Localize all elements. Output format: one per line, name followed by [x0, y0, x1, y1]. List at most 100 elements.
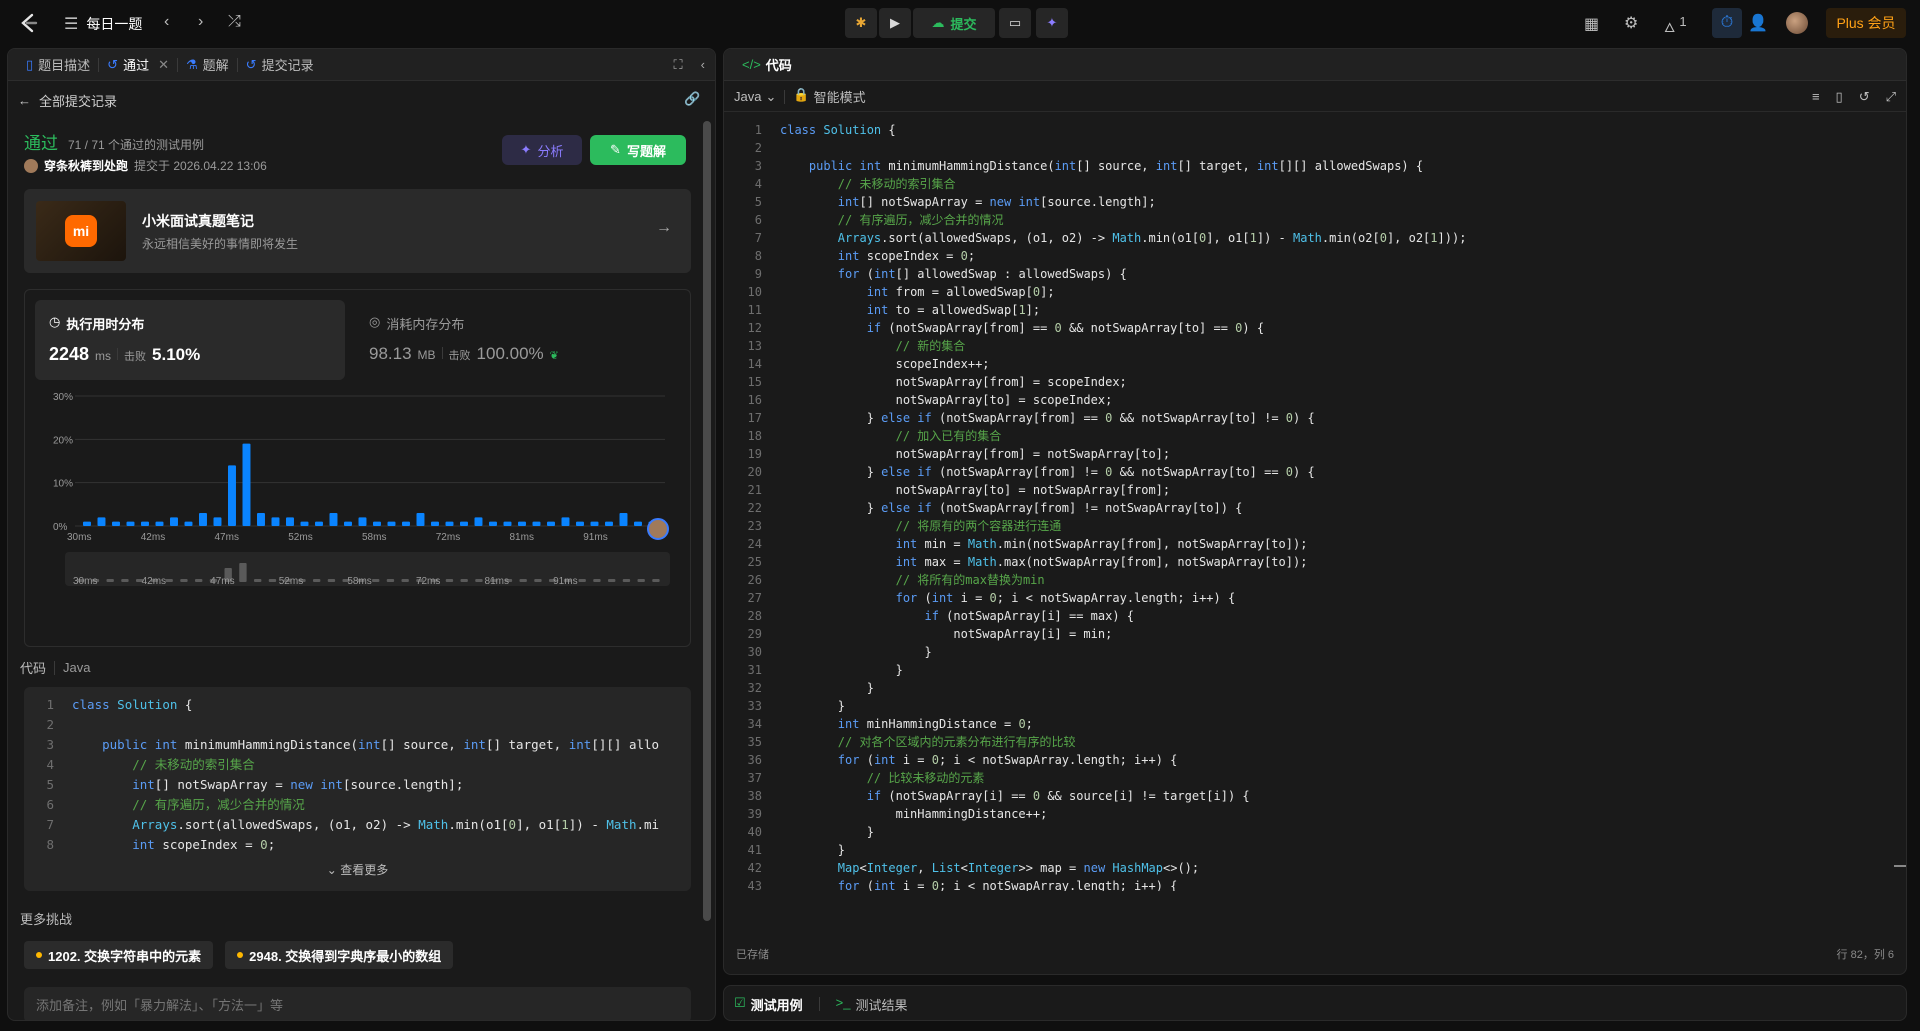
challenge-1202[interactable]: 1202. 交换字符串中的元素: [24, 941, 214, 969]
scrollbar[interactable]: [703, 121, 711, 921]
note-button[interactable]: ▭: [999, 8, 1031, 38]
expand-icon[interactable]: ⤢: [1886, 89, 1896, 105]
plus-member-button[interactable]: Plus 会员: [1826, 8, 1906, 38]
runtime-box[interactable]: ◷ 执行用时分布 2248 ms 击败 5.10%: [35, 300, 345, 380]
add-friend-icon[interactable]: 👤: [1748, 13, 1768, 33]
code-line[interactable]: 11 int to = allowedSwap[1];: [724, 301, 1906, 319]
my-position-avatar[interactable]: [647, 518, 669, 540]
code-line[interactable]: 30 }: [724, 643, 1906, 661]
tab-solutions[interactable]: ⚗ 题解: [178, 49, 237, 81]
line-number: 28: [747, 609, 762, 623]
code-line[interactable]: 31 }: [724, 661, 1906, 679]
code-line[interactable]: 2: [724, 139, 1906, 157]
code-line[interactable]: 41 }: [724, 841, 1906, 859]
code-line[interactable]: 26 // 将所有的max替换为min: [724, 571, 1906, 589]
timer-icon[interactable]: ⏱: [1712, 8, 1742, 38]
link-icon[interactable]: 🔗: [684, 91, 700, 107]
streak-counter[interactable]: 🜂 1: [1664, 14, 1687, 40]
code-line[interactable]: 35 // 对各个区域内的元素分布进行有序的比较: [724, 733, 1906, 751]
code-line[interactable]: 13 // 新的集合: [724, 337, 1906, 355]
see-more-button[interactable]: ⌄ 查看更多: [24, 861, 691, 878]
code-line[interactable]: 1 class Solution {: [724, 121, 1906, 139]
promo-card[interactable]: mi 小米面试真题笔记 永远相信美好的事情即将发生 →: [24, 189, 691, 273]
left-panel: ▯ 题目描述 ↺ 通过 ✕ ⚗ 题解 ↺ 提交记录 ⛶ ‹ ← 全部提交记录 🔗 通过 71…: [7, 48, 716, 1021]
code-line[interactable]: 3 public int minimumHammingDistance(int[…: [724, 157, 1906, 175]
code-line[interactable]: 22 } else if (notSwapArray[from] != notS…: [724, 499, 1906, 517]
shuffle-icon[interactable]: ⤮: [228, 13, 241, 31]
format-icon[interactable]: ≡: [1812, 89, 1820, 104]
tab-submissions[interactable]: ↺ 提交记录: [238, 49, 322, 81]
bookmark-icon[interactable]: ▯: [1836, 89, 1843, 105]
code-line[interactable]: 15 notSwapArray[from] = scopeIndex;: [724, 373, 1906, 391]
debug-button[interactable]: ✱: [845, 8, 877, 38]
terminal-icon: >_: [835, 994, 851, 1010]
tab-test-results[interactable]: >_ 测试结果: [836, 995, 908, 1014]
code-line[interactable]: 10 int from = allowedSwap[0];: [724, 283, 1906, 301]
chart-bar: [474, 517, 483, 526]
challenge-2948[interactable]: 2948. 交换得到字典序最小的数组: [225, 941, 454, 969]
avatar[interactable]: [24, 158, 38, 173]
code-line[interactable]: 14 scopeIndex++;: [724, 355, 1906, 373]
code-line[interactable]: 16 notSwapArray[to] = scopeIndex;: [724, 391, 1906, 409]
code-line[interactable]: 17 } else if (notSwapArray[from] == 0 &&…: [724, 409, 1906, 427]
code-line[interactable]: 32 }: [724, 679, 1906, 697]
code-line[interactable]: 23 // 将原有的两个容器进行连通: [724, 517, 1906, 535]
code-line[interactable]: 6 // 有序遍历，减少合并的情况: [724, 211, 1906, 229]
layout-icon[interactable]: ▦: [1584, 14, 1599, 34]
gear-icon[interactable]: ⚙: [1624, 13, 1638, 33]
code-line[interactable]: 20 } else if (notSwapArray[from] != 0 &&…: [724, 463, 1906, 481]
code-line[interactable]: 38 if (notSwapArray[i] == 0 && source[i]…: [724, 787, 1906, 805]
runtime-chart[interactable]: 30%20%10%0%30ms 42ms 47ms 52ms 58ms 72ms 81ms 9…: [25, 386, 690, 646]
tab-accepted[interactable]: ↺ 通过 ✕: [99, 49, 177, 81]
note-input[interactable]: [24, 987, 691, 1020]
code-line[interactable]: 34 int minHammingDistance = 0;: [724, 715, 1906, 733]
code-line[interactable]: 8 int scopeIndex = 0;: [724, 247, 1906, 265]
code-line[interactable]: 7 Arrays.sort(allowedSwaps, (o1, o2) -> …: [724, 229, 1906, 247]
code-line[interactable]: 21 notSwapArray[to] = notSwapArray[from]…: [724, 481, 1906, 499]
line-number: 16: [747, 393, 762, 407]
prev-icon[interactable]: ‹: [164, 13, 169, 31]
code-line[interactable]: 12 if (notSwapArray[from] == 0 && notSwa…: [724, 319, 1906, 337]
write-solution-button[interactable]: ✎ 写题解: [590, 135, 686, 165]
tab-testcases[interactable]: ☑ 测试用例: [734, 995, 803, 1014]
code-line[interactable]: 9 for (int[] allowedSwap : allowedSwaps)…: [724, 265, 1906, 283]
run-button[interactable]: ▶: [879, 8, 911, 38]
code-line[interactable]: 40 }: [724, 823, 1906, 841]
code-line[interactable]: 25 int max = Math.max(notSwapArray[from]…: [724, 553, 1906, 571]
fullscreen-icon[interactable]: ⛶: [674, 57, 683, 73]
clock-icon: ◷: [49, 314, 61, 329]
code-line[interactable]: 43 for (int i = 0; i < notSwapArray.leng…: [724, 877, 1906, 891]
back-to-submissions[interactable]: ← 全部提交记录: [18, 91, 117, 110]
reset-icon[interactable]: ↺: [1859, 89, 1870, 105]
code-line[interactable]: 4 // 未移动的索引集合: [724, 175, 1906, 193]
line-number: 8: [754, 249, 762, 263]
memory-box[interactable]: ◎ 消耗内存分布 98.13 MB 击败 100.00% ❦: [355, 300, 675, 380]
tab-code[interactable]: </> 代码: [734, 49, 800, 81]
code-line[interactable]: 5 int[] notSwapArray = new int[source.le…: [724, 193, 1906, 211]
code-line[interactable]: 37 // 比较未移动的元素: [724, 769, 1906, 787]
code-line[interactable]: 29 notSwapArray[i] = min;: [724, 625, 1906, 643]
code-line[interactable]: 27 for (int i = 0; i < notSwapArray.leng…: [724, 589, 1906, 607]
code-line[interactable]: 33 }: [724, 697, 1906, 715]
code-line[interactable]: 28 if (notSwapArray[i] == max) {: [724, 607, 1906, 625]
code-line[interactable]: 24 int min = Math.min(notSwapArray[from]…: [724, 535, 1906, 553]
avatar[interactable]: [1786, 12, 1808, 34]
collapse-icon[interactable]: ‹: [701, 57, 705, 72]
next-icon[interactable]: ›: [198, 13, 203, 31]
code-line[interactable]: 19 notSwapArray[from] = notSwapArray[to]…: [724, 445, 1906, 463]
ai-button[interactable]: ✦: [1036, 8, 1068, 38]
code-line[interactable]: 18 // 加入已有的集合: [724, 427, 1906, 445]
submit-button[interactable]: ☁ 提交: [913, 8, 995, 38]
tab-description[interactable]: ▯ 题目描述: [18, 49, 98, 81]
code-line[interactable]: 39 minHammingDistance++;: [724, 805, 1906, 823]
smart-mode-toggle[interactable]: 🔒 智能模式: [793, 87, 865, 106]
code-editor[interactable]: 1 class Solution {2 3 public int minimumHa…: [724, 121, 1906, 891]
analyze-button[interactable]: ✦ 分析: [502, 135, 582, 165]
code-line[interactable]: 36 for (int i = 0; i < notSwapArray.leng…: [724, 751, 1906, 769]
problem-list-button[interactable]: ☰ 每日一题: [64, 14, 142, 34]
logo-icon[interactable]: [18, 12, 40, 34]
editor-scrollbar[interactable]: [1894, 865, 1906, 867]
code-line[interactable]: 42 Map<Integer, List<Integer>> map = new…: [724, 859, 1906, 877]
language-select[interactable]: Java ⌄: [734, 89, 776, 105]
close-icon[interactable]: ✕: [158, 57, 169, 73]
